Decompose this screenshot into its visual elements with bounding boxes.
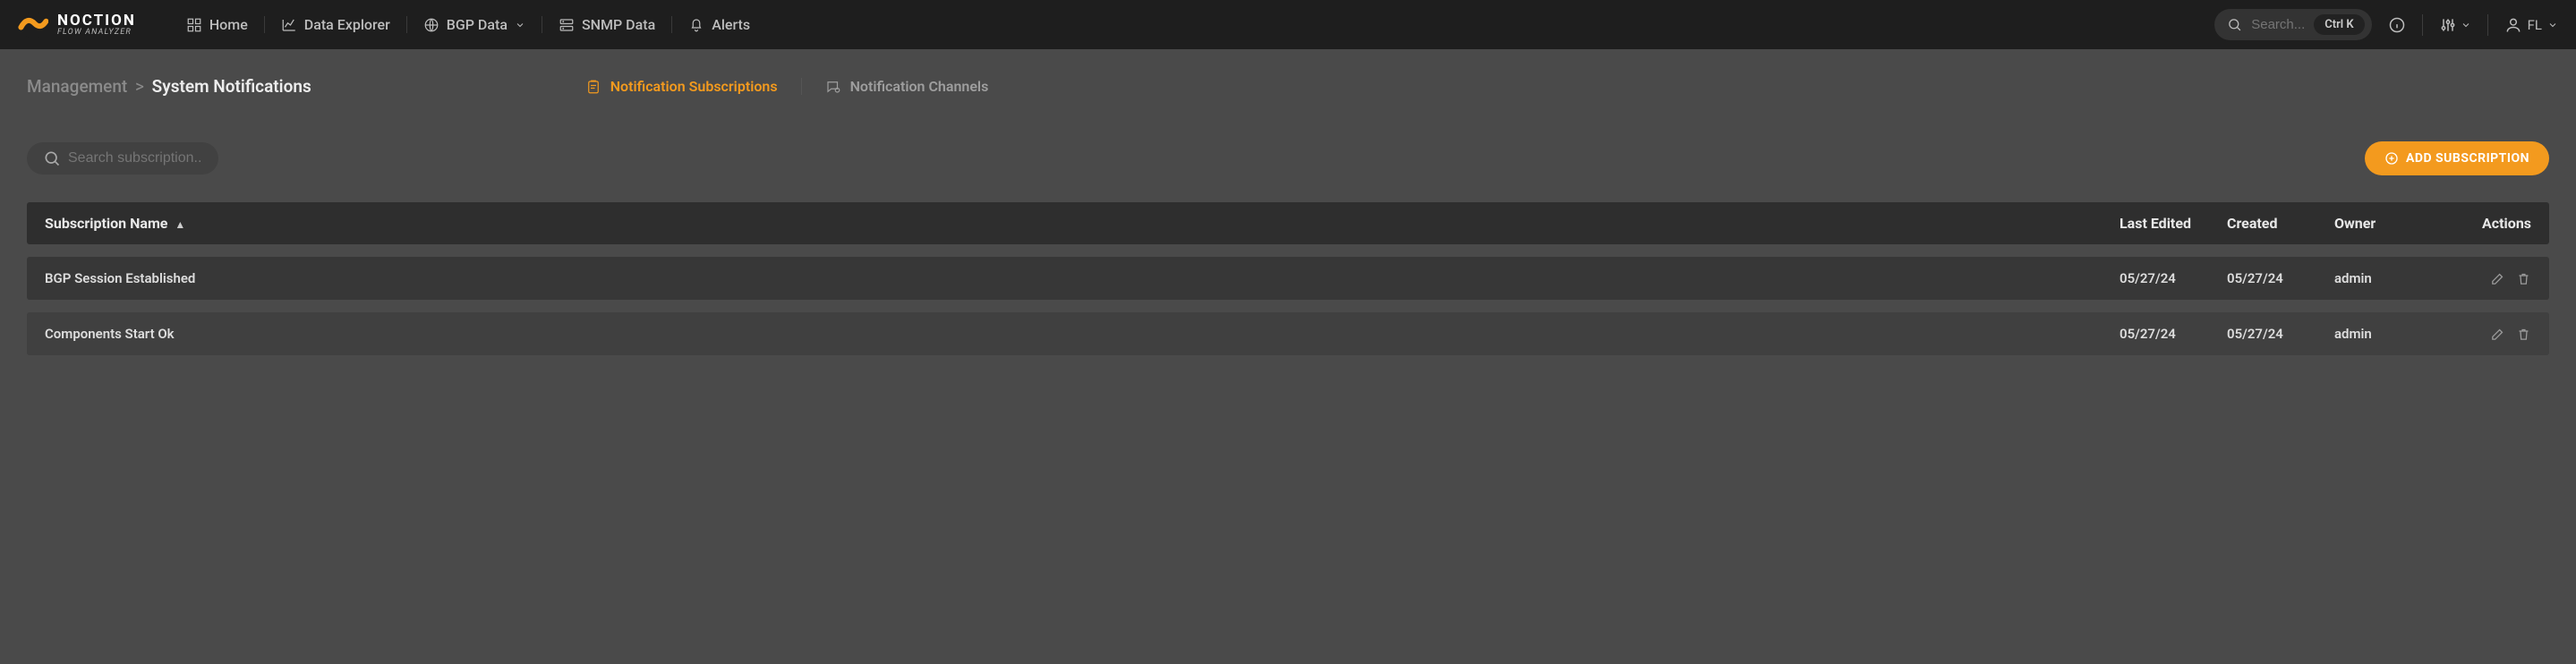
cell-actions <box>2464 271 2531 286</box>
column-header-actions: Actions <box>2464 215 2531 232</box>
cell-created: 05/27/24 <box>2227 326 2334 342</box>
chevron-down-icon <box>515 20 525 30</box>
nav-bgp-data[interactable]: BGP Data <box>406 16 542 33</box>
column-header-name[interactable]: Subscription Name ▲ <box>45 215 2120 232</box>
subscription-search-input[interactable] <box>68 150 202 166</box>
separator <box>2487 14 2488 36</box>
edit-icon[interactable] <box>2490 327 2505 342</box>
breadcrumb-row: Management > System Notifications Notifi… <box>27 76 2549 97</box>
logo[interactable]: NOCTION FLOW ANALYZER <box>18 10 136 40</box>
user-menu[interactable]: FL <box>2504 16 2558 34</box>
info-icon[interactable] <box>2388 16 2406 34</box>
user-icon <box>2504 16 2522 34</box>
nav-bgp-data-label: BGP Data <box>447 16 508 33</box>
globe-icon <box>423 17 439 33</box>
tab-notification-subscriptions[interactable]: Notification Subscriptions <box>562 78 801 95</box>
global-search[interactable]: Ctrl K <box>2214 9 2371 40</box>
search-icon <box>2227 17 2242 32</box>
tab-channels-label: Notification Channels <box>850 78 989 95</box>
column-header-created[interactable]: Created <box>2227 215 2334 232</box>
nav-data-explorer[interactable]: Data Explorer <box>264 16 406 33</box>
breadcrumb-separator: > <box>132 76 148 97</box>
trash-icon[interactable] <box>2516 327 2531 342</box>
breadcrumb-root[interactable]: Management <box>27 76 127 97</box>
cell-last-edited: 05/27/24 <box>2120 326 2227 342</box>
tab-subscriptions-label: Notification Subscriptions <box>610 78 778 95</box>
primary-nav: Home Data Explorer BGP Data SNMP Data Al… <box>170 16 766 33</box>
nav-alerts-label: Alerts <box>712 16 750 33</box>
cell-owner: admin <box>2334 326 2464 342</box>
add-subscription-button[interactable]: ADD SUBSCRIPTION <box>2365 141 2549 175</box>
nav-snmp-data[interactable]: SNMP Data <box>542 16 671 33</box>
table-row[interactable]: Components Start Ok05/27/2405/27/24admin <box>27 312 2549 355</box>
page-content: Management > System Notifications Notifi… <box>0 49 2576 355</box>
chevron-down-icon <box>2547 20 2558 30</box>
subscription-search[interactable] <box>27 142 218 175</box>
search-shortcut: Ctrl K <box>2314 14 2364 35</box>
topbar: NOCTION FLOW ANALYZER Home Data Explorer… <box>0 0 2576 49</box>
cell-owner: admin <box>2334 270 2464 286</box>
list-toolbar: ADD SUBSCRIPTION <box>27 141 2549 175</box>
nav-data-explorer-label: Data Explorer <box>304 16 390 33</box>
breadcrumb: Management > System Notifications <box>27 76 311 97</box>
search-icon <box>43 149 61 167</box>
message-settings-icon <box>825 79 841 95</box>
separator <box>2422 14 2423 36</box>
page-tabs: Notification Subscriptions Notification … <box>562 78 1012 95</box>
sort-asc-icon: ▲ <box>175 218 185 231</box>
subscriptions-table: Subscription Name ▲ Last Edited Created … <box>27 202 2549 355</box>
cell-created: 05/27/24 <box>2227 270 2334 286</box>
table-row[interactable]: BGP Session Established05/27/2405/27/24a… <box>27 257 2549 300</box>
server-icon <box>559 17 575 33</box>
column-header-owner[interactable]: Owner <box>2334 215 2464 232</box>
user-initials: FL <box>2528 17 2542 33</box>
cell-name: Components Start Ok <box>45 326 2120 342</box>
breadcrumb-current: System Notifications <box>152 76 311 97</box>
brand-tagline: FLOW ANALYZER <box>57 29 136 37</box>
nav-alerts[interactable]: Alerts <box>671 16 766 33</box>
nav-snmp-data-label: SNMP Data <box>582 16 655 33</box>
column-name-label: Subscription Name <box>45 215 167 232</box>
nav-home[interactable]: Home <box>170 16 264 33</box>
edit-icon[interactable] <box>2490 271 2505 286</box>
clipboard-icon <box>585 79 601 95</box>
logo-mark-icon <box>18 10 48 40</box>
brand-name: NOCTION <box>57 13 136 29</box>
cell-last-edited: 05/27/24 <box>2120 270 2227 286</box>
table-body: BGP Session Established05/27/2405/27/24a… <box>27 257 2549 355</box>
nav-home-label: Home <box>209 16 248 33</box>
table-header: Subscription Name ▲ Last Edited Created … <box>27 202 2549 244</box>
settings-menu[interactable] <box>2439 16 2471 34</box>
cell-actions <box>2464 327 2531 342</box>
bell-icon <box>688 17 704 33</box>
add-subscription-label: ADD SUBSCRIPTION <box>2406 151 2529 166</box>
tab-notification-channels[interactable]: Notification Channels <box>801 78 1012 95</box>
plus-circle-icon <box>2384 151 2399 166</box>
global-search-input[interactable] <box>2251 17 2305 32</box>
cell-name: BGP Session Established <box>45 270 2120 286</box>
topbar-right: Ctrl K FL <box>2214 9 2558 40</box>
sliders-icon <box>2439 16 2457 34</box>
column-header-last-edited[interactable]: Last Edited <box>2120 215 2227 232</box>
chevron-down-icon <box>2461 20 2471 30</box>
trash-icon[interactable] <box>2516 271 2531 286</box>
grid-icon <box>186 17 202 33</box>
chart-line-icon <box>281 17 297 33</box>
